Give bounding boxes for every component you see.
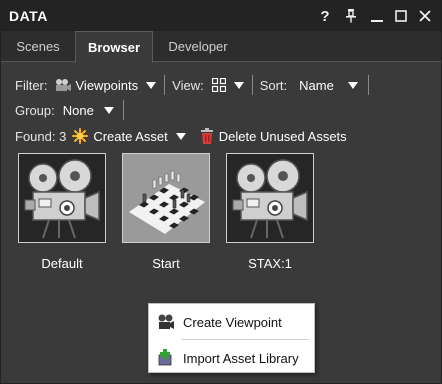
asset-thumbnail-stax-1[interactable] [226,153,314,243]
view-label: View: [172,77,204,93]
delete-unused-label: Delete Unused Assets [218,128,347,144]
asset-thumbnail-start[interactable] [122,153,210,243]
close-icon[interactable] [415,6,435,26]
tab-scenes[interactable]: Scenes [1,31,75,62]
window-title: DATA [9,8,48,24]
asset-label-stax-1: STAX:1 [248,256,292,271]
data-panel-window: DATA ? Scenes Browser Developer Filter: … [0,0,442,384]
camera-icon [54,78,72,92]
asset-thumbnail-default[interactable] [18,153,106,243]
filter-toolbar: Filter: Viewpoints View: Sort: Name [15,74,376,96]
menu-divider [181,339,309,340]
create-asset-label: Create Asset [93,128,168,144]
toolbar-divider [251,75,253,95]
movie-camera-icon [24,159,100,239]
delete-unused-assets-button[interactable]: Delete Unused Assets [200,128,347,144]
toolbar-divider [122,100,124,120]
filter-label: Filter: [15,77,48,93]
tab-browser[interactable]: Browser [75,31,153,63]
sort-value: Name [299,77,334,93]
asset-actions-bar: Found: 3 Create Asset Delete Unused Asse… [15,125,347,147]
grid-view-icon [211,77,226,93]
chessboard-thumbnail [123,154,209,242]
menu-item-label: Import Asset Library [183,350,299,366]
sort-dropdown[interactable]: Name [299,78,358,93]
help-icon[interactable]: ? [315,6,335,26]
sort-label: Sort: [259,77,288,93]
group-dropdown[interactable]: None [63,103,114,118]
found-count: Found: 3 [15,128,67,144]
group-label: Group: [15,102,55,118]
chevron-down-icon [347,81,358,89]
chevron-down-icon [233,81,244,89]
pin-icon[interactable] [341,6,361,26]
toolbar-divider [367,75,369,95]
chevron-down-icon [175,132,186,140]
asset-label-start: Start [152,256,180,271]
chevron-down-icon [103,106,114,114]
title-bar[interactable]: DATA ? [1,1,441,31]
movie-camera-icon [232,159,308,239]
create-asset-dropdown[interactable]: Create Asset [72,128,186,144]
menu-item-import-asset-library[interactable]: Import Asset Library [149,343,314,373]
camera-icon [157,313,175,331]
maximize-icon[interactable] [391,6,411,26]
import-plus-icon [157,349,175,367]
menu-item-create-viewpoint[interactable]: Create Viewpoint [149,307,314,337]
asset-label-default: Default [41,256,83,271]
chevron-down-icon [146,81,157,89]
context-menu: Create Viewpoint Import Asset Library [148,303,315,373]
toolbar-divider [164,75,166,95]
tab-developer[interactable]: Developer [153,31,243,62]
trash-icon [200,128,214,144]
minimize-icon[interactable] [367,6,387,26]
filter-value: Viewpoints [75,77,139,93]
tab-bar: Scenes Browser Developer [1,31,441,63]
filter-dropdown[interactable]: Viewpoints [54,78,157,93]
group-value: None [62,102,94,118]
group-toolbar: Group: None [15,99,131,121]
menu-item-label: Create Viewpoint [183,314,282,330]
view-dropdown[interactable] [211,77,244,93]
sparkle-icon [72,128,89,144]
